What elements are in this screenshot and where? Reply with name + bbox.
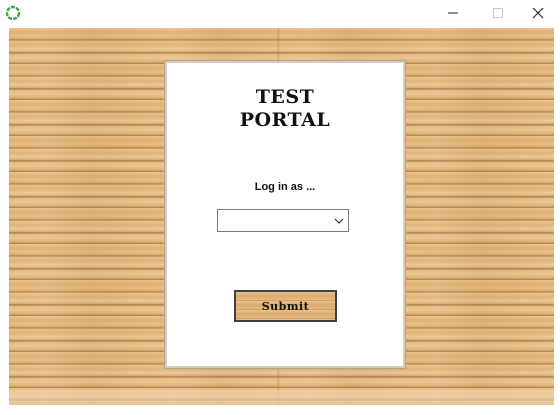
- maximize-button[interactable]: [475, 0, 520, 26]
- window-titlebar: [0, 0, 560, 28]
- login-panel: TEST PORTAL Log in as ... Submit: [164, 60, 406, 369]
- close-icon: [532, 7, 543, 19]
- chevron-down-icon: [334, 218, 344, 224]
- minimize-button[interactable]: [430, 0, 475, 26]
- login-as-label: Log in as ...: [254, 181, 316, 193]
- login-panel-body: TEST PORTAL Log in as ... Submit: [168, 64, 402, 365]
- maximize-icon: [492, 8, 503, 18]
- submit-button[interactable]: Submit: [234, 290, 337, 322]
- portal-title-line1: TEST: [255, 86, 315, 108]
- portal-title: TEST PORTAL: [168, 86, 402, 132]
- background-bottom-strip: [9, 390, 554, 405]
- minimize-icon: [447, 12, 458, 14]
- app-ring-icon: [5, 5, 21, 21]
- close-button[interactable]: [515, 0, 560, 26]
- portal-title-line2: PORTAL: [239, 109, 331, 131]
- role-select[interactable]: [217, 209, 349, 232]
